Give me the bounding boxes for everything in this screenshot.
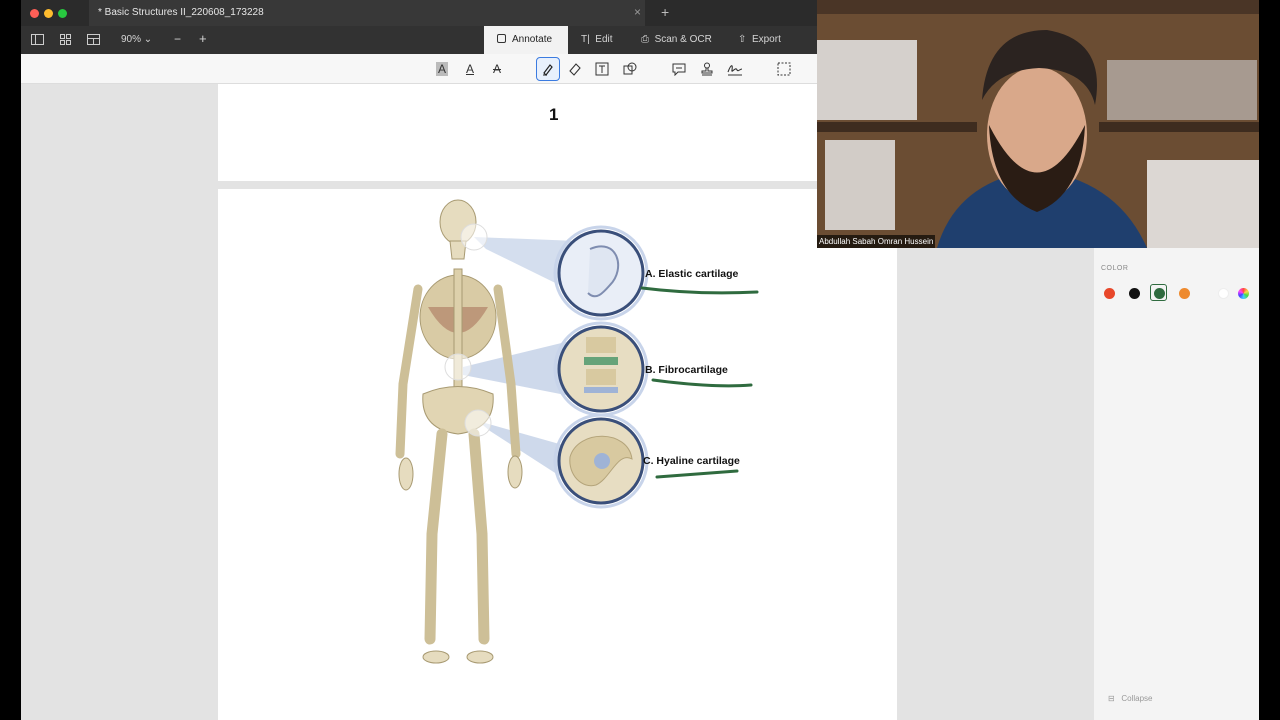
tab-close-icon[interactable]: × [634, 5, 641, 19]
color-section-title: COLOR [1101, 265, 1129, 272]
collapse-label: Collapse [1121, 694, 1153, 703]
detail-hip-illustration [553, 413, 649, 509]
tab-annotate-label: Annotate [512, 34, 553, 45]
shapes-icon[interactable] [621, 60, 639, 78]
strikethrough-text-icon[interactable]: A [488, 60, 506, 78]
zoom-value: 90% [121, 34, 142, 45]
participant-name-label: Abdullah Sabah Omran Hussein [817, 235, 936, 248]
cartilage-figure [395, 199, 759, 664]
color-swatch-black[interactable] [1129, 288, 1140, 299]
comment-icon[interactable] [670, 60, 688, 78]
pdf-page-2: A. Elastic cartilage B. Fibrocartilage C… [218, 189, 897, 720]
webcam-feed [817, 0, 1259, 248]
color-swatch-orange[interactable] [1179, 288, 1190, 299]
custom-color-picker-icon[interactable] [1238, 288, 1249, 299]
highlighter-pen-icon[interactable] [536, 57, 560, 81]
highlight-text-icon[interactable]: A [433, 60, 451, 78]
tab-edit[interactable]: T| Edit [581, 34, 613, 45]
minimize-window-button[interactable] [44, 9, 53, 18]
tab-title: * Basic Structures II_220608_173228 [98, 7, 264, 18]
collapse-button[interactable]: ⊟ Collapse [1108, 694, 1153, 703]
label-elastic-cartilage: A. Elastic cartilage [645, 268, 739, 280]
collapse-icon: ⊟ [1108, 694, 1115, 703]
stamp-icon[interactable] [698, 60, 716, 78]
tab-export[interactable]: ⇧ Export [738, 34, 781, 45]
ink-underline-a [640, 286, 759, 295]
new-tab-button[interactable]: + [661, 4, 669, 20]
sidebar-toggle-icon[interactable] [31, 34, 44, 45]
label-fibrocartilage: B. Fibrocartilage [645, 364, 728, 376]
tab-scan-ocr[interactable]: ⎙ Scan & OCR [641, 34, 712, 45]
export-icon: ⇧ [738, 34, 747, 45]
text-box-icon[interactable] [593, 60, 611, 78]
page-layout-icon[interactable] [87, 34, 100, 45]
label-hyaline-cartilage: C. Hyaline cartilage [643, 455, 740, 467]
zoom-circle-ear [460, 223, 488, 251]
underline-text-icon[interactable]: A [461, 60, 479, 78]
tab-export-label: Export [751, 34, 781, 45]
zoom-circle-hip [464, 409, 492, 437]
annotation-properties-panel: COLOR ⊟ Collapse [1094, 248, 1259, 720]
tab-scan-ocr-label: Scan & OCR [654, 34, 712, 45]
ink-underline-b [651, 378, 753, 388]
edit-icon: T| [581, 34, 590, 45]
color-swatch-green[interactable] [1154, 288, 1165, 299]
zoom-window-button[interactable] [58, 9, 67, 18]
zoom-out-button[interactable]: − [174, 32, 181, 46]
signature-icon[interactable] [726, 60, 744, 78]
zoom-in-button[interactable]: + [199, 31, 207, 46]
detail-spine-illustration [553, 321, 649, 417]
zoom-select[interactable]: 90% ⌄ [121, 34, 152, 45]
annotate-icon [497, 34, 506, 43]
tab-annotate[interactable]: Annotate [484, 26, 568, 54]
area-select-icon[interactable] [775, 60, 793, 78]
close-window-button[interactable] [30, 9, 39, 18]
tab-edit-label: Edit [595, 34, 613, 45]
eraser-icon[interactable] [566, 60, 584, 78]
video-call-tile: Abdullah Sabah Omran Hussein [817, 0, 1259, 248]
zoom-circle-spine [444, 353, 472, 381]
pdf-page-1: 1 [218, 84, 894, 181]
chevron-down-icon: ⌄ [143, 34, 153, 45]
ink-underline-c [655, 469, 739, 479]
page-number: 1 [549, 105, 559, 124]
detail-ear-illustration [553, 225, 649, 321]
color-swatch-red[interactable] [1104, 288, 1115, 299]
color-swatch-white[interactable] [1218, 288, 1229, 299]
document-tab[interactable]: * Basic Structures II_220608_173228 × [89, 0, 645, 26]
thumbnail-grid-icon[interactable] [60, 34, 71, 45]
scan-icon: ⎙ [641, 34, 649, 45]
